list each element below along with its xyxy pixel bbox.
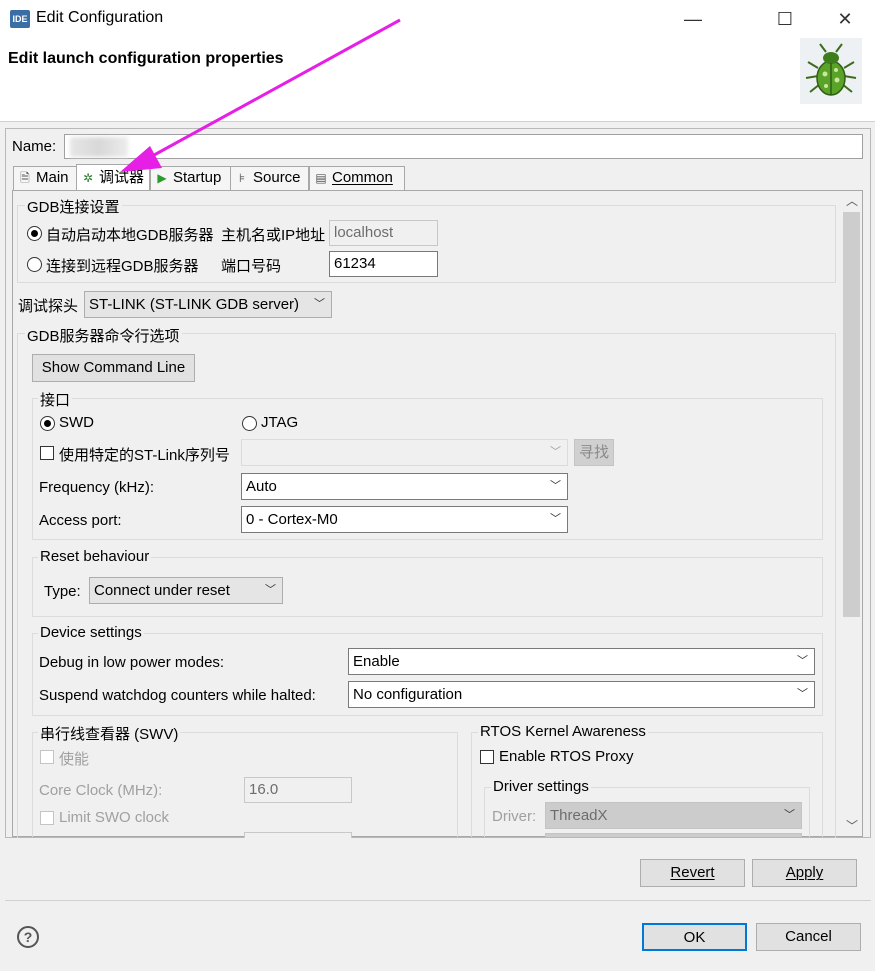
probe-label: 调试探头: [18, 298, 79, 315]
swd-radio[interactable]: [40, 416, 55, 431]
debug-bug-icon: ✲: [82, 171, 94, 185]
window-title: Edit Configuration: [36, 9, 164, 26]
jtag-label: JTAG: [261, 414, 299, 431]
chevron-down-icon: ﹀: [797, 655, 808, 667]
jtag-radio[interactable]: [242, 416, 257, 431]
tab-debugger[interactable]: ✲ 调试器: [76, 164, 150, 191]
show-command-line-button[interactable]: Show Command Line: [32, 354, 195, 382]
rtos-title: RTOS Kernel Awareness: [478, 723, 648, 740]
swv-enable-checkbox[interactable]: [40, 750, 54, 764]
chevron-down-icon: ﹀: [265, 584, 276, 596]
rtos-proxy-checkbox[interactable]: [480, 750, 494, 764]
chevron-down-icon: ﹀: [550, 446, 561, 458]
watchdog-label: Suspend watchdog counters while halted:: [39, 687, 316, 704]
probe-select[interactable]: ST-LINK (ST-LINK GDB server) ﹀: [84, 291, 332, 318]
gdb-connection-title: GDB连接设置: [25, 196, 122, 217]
source-icon: ⊧: [238, 171, 246, 185]
gdb-server-options-title: GDB服务器命令行选项: [25, 325, 182, 346]
limit-swo-checkbox[interactable]: [40, 811, 54, 825]
tab-source[interactable]: ⊧ Source: [230, 166, 309, 190]
tab-main[interactable]: 🗎 Main: [13, 166, 77, 190]
find-button[interactable]: 寻找: [574, 439, 614, 466]
driver-select[interactable]: ThreadX ﹀: [545, 802, 802, 829]
low-power-select[interactable]: Enable ﹀: [348, 648, 815, 675]
help-icon[interactable]: ?: [17, 926, 39, 948]
interface-title: 接口: [38, 389, 73, 410]
apply-button[interactable]: Apply: [752, 859, 857, 887]
frequency-select[interactable]: Auto ﹀: [241, 473, 568, 500]
core-clock-label: Core Clock (MHz):: [39, 782, 163, 799]
swv-enable-label: 使能: [59, 751, 90, 768]
watchdog-select[interactable]: No configuration ﹀: [348, 681, 815, 708]
port-label: 端口号码: [221, 258, 282, 275]
scroll-thumb[interactable]: [843, 212, 860, 617]
chevron-down-icon: ﹀: [550, 480, 561, 492]
low-power-label: Debug in low power modes:: [39, 654, 225, 671]
scroll-down-icon[interactable]: ﹀: [844, 818, 860, 834]
scroll-up-icon[interactable]: ︿: [844, 193, 860, 209]
minimize-button[interactable]: —: [668, 0, 718, 38]
title-bar: IDE Edit Configuration — ☐ ✕: [0, 0, 875, 38]
tab-common[interactable]: ▤ Common: [309, 166, 405, 190]
access-port-label: Access port:: [39, 512, 122, 529]
footer-divider: [5, 900, 871, 901]
name-label: Name:: [12, 138, 57, 155]
frequency-label: Frequency (kHz):: [39, 479, 155, 496]
swv-title: 串行线查看器 (SWV): [38, 723, 181, 744]
bug-icon: [800, 38, 862, 104]
chevron-down-icon: ﹀: [550, 513, 561, 525]
core-clock-input[interactable]: 16.0: [244, 777, 352, 803]
chevron-down-icon: ﹀: [784, 809, 795, 821]
remote-label: 连接到远程GDB服务器: [46, 258, 199, 275]
access-port-select[interactable]: 0 - Cortex-M0 ﹀: [241, 506, 568, 533]
chevron-down-icon: ﹀: [314, 298, 325, 310]
ok-button[interactable]: OK: [642, 923, 747, 951]
driver-settings-title: Driver settings: [491, 778, 591, 795]
driver-label: Driver:: [492, 808, 537, 825]
host-label: 主机名或IP地址: [221, 227, 326, 244]
serial-number-select[interactable]: ﹀: [241, 439, 568, 466]
limit-swo-label: Limit SWO clock: [59, 809, 170, 826]
dialog-title: Edit launch configuration properties: [8, 50, 284, 67]
serial-number-label: 使用特定的ST-Link序列号: [59, 447, 230, 464]
reset-type-select[interactable]: Connect under reset ﹀: [89, 577, 283, 604]
auto-start-label: 自动启动本地GDB服务器: [46, 227, 214, 244]
tab-startup[interactable]: ▶ Startup: [150, 166, 231, 190]
port-input[interactable]: 61234: [329, 251, 438, 277]
chevron-down-icon: ﹀: [797, 688, 808, 700]
remote-radio[interactable]: [27, 257, 42, 272]
driver-option-select[interactable]: [545, 833, 802, 837]
dialog-header: Edit launch configuration properties: [0, 38, 875, 122]
swo-clock-input[interactable]: [244, 832, 352, 838]
reset-title: Reset behaviour: [38, 548, 152, 565]
play-icon: ▶: [157, 171, 167, 185]
document-icon: 🗎: [20, 171, 30, 185]
swd-label: SWD: [59, 414, 94, 431]
rtos-proxy-label: Enable RTOS Proxy: [499, 748, 634, 765]
serial-number-checkbox[interactable]: [40, 446, 54, 460]
auto-start-radio[interactable]: [27, 226, 42, 241]
name-input[interactable]: [64, 134, 863, 159]
revert-button[interactable]: Revert: [640, 859, 745, 887]
redacted-name: [70, 137, 128, 157]
maximize-button[interactable]: ☐: [760, 0, 810, 38]
app-icon: IDE: [10, 10, 30, 28]
host-input[interactable]: localhost: [329, 220, 438, 246]
cancel-button[interactable]: Cancel: [756, 923, 861, 951]
window-icon: ▤: [315, 171, 327, 185]
reset-type-label: Type:: [44, 583, 81, 600]
device-settings-title: Device settings: [38, 624, 144, 641]
close-button[interactable]: ✕: [820, 0, 870, 38]
